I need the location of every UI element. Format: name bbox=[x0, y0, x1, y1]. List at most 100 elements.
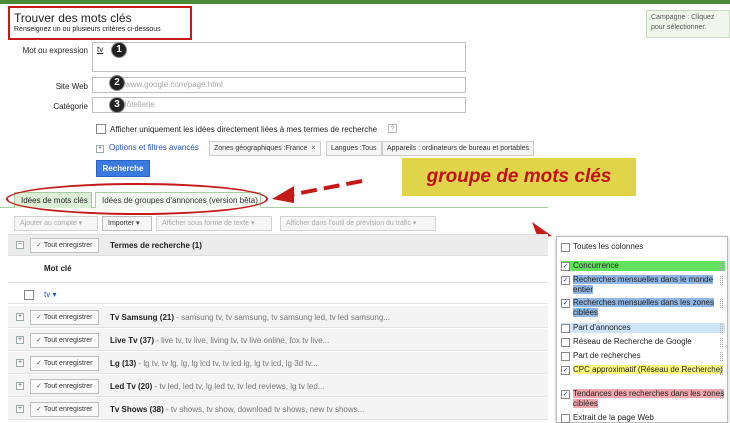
column-option-label: Réseau de Recherche de Google bbox=[573, 337, 692, 346]
campaign-selector[interactable]: Campagne : Cliquez pour sélectionner. bbox=[646, 10, 730, 38]
tv-term-row bbox=[8, 284, 548, 304]
traffic-estimator-label: Afficher dans l'outil de prévision du tr… bbox=[286, 220, 411, 227]
tv-term-label: tv bbox=[44, 290, 51, 299]
traffic-estimator-button[interactable]: Afficher dans l'outil de prévision du tr… bbox=[280, 216, 436, 231]
expand-plus-icon[interactable]: + bbox=[16, 336, 24, 344]
column-checkbox[interactable]: ✓ bbox=[561, 262, 570, 271]
row-text: Tv Shows (38) - tv shows, tv show, downl… bbox=[110, 405, 364, 414]
add-to-account-label: Ajouter au compte bbox=[20, 220, 77, 227]
row-text: Live Tv (37) - live tv, tv live, living … bbox=[110, 336, 329, 345]
add-all-button[interactable]: ✓ Tout enregistrer bbox=[30, 333, 99, 348]
add-all-button[interactable]: ✓ Tout enregistrer bbox=[30, 402, 99, 417]
annotation-box: groupe de mots clés bbox=[402, 158, 636, 196]
website-label: Site Web bbox=[55, 82, 88, 91]
column-option-label: Recherches mensuelles dans les zones cib… bbox=[573, 298, 714, 317]
expand-plus-icon[interactable]: + bbox=[96, 145, 104, 153]
column-option-competition[interactable]: ✓ Concurrence bbox=[561, 261, 725, 271]
marker-2: 2 bbox=[110, 76, 124, 90]
page-title-box: Trouver des mots clés Renseignez un ou p… bbox=[8, 6, 192, 40]
category-input[interactable]: Hôtellerie bbox=[92, 97, 466, 113]
only-related-label: Afficher uniquement les idées directemen… bbox=[110, 125, 378, 134]
add-all-button[interactable]: ✓ Tout enregistrer bbox=[30, 379, 99, 394]
expand-plus-icon[interactable]: + bbox=[16, 405, 24, 413]
add-all-button[interactable]: ✓ Tout enregistrer bbox=[30, 356, 99, 371]
drag-handle-icon[interactable] bbox=[720, 390, 723, 399]
column-checkbox[interactable] bbox=[561, 338, 570, 347]
import-button[interactable]: Importer ▾ bbox=[102, 216, 152, 231]
collapse-minus-icon[interactable]: − bbox=[16, 241, 24, 249]
filter-location-pill[interactable]: Zones géographiques :France × bbox=[209, 141, 321, 156]
drag-handle-icon[interactable] bbox=[720, 299, 723, 308]
column-header-row bbox=[8, 257, 548, 283]
expand-plus-icon[interactable]: + bbox=[16, 382, 24, 390]
check-icon: ✓ bbox=[36, 314, 42, 321]
keyword-label: Mot ou expression bbox=[22, 46, 88, 55]
column-checkbox[interactable] bbox=[561, 324, 570, 333]
show-as-text-button[interactable]: Afficher sous forme de texte ▾ bbox=[156, 216, 272, 231]
column-option-global-monthly[interactable]: ✓ Recherches mensuelles dans le monde ent… bbox=[561, 275, 725, 295]
group-name[interactable]: Tv Shows (38) bbox=[110, 405, 164, 414]
close-icon[interactable]: × bbox=[311, 145, 315, 152]
website-input[interactable]: www.google.com/page.html bbox=[92, 77, 466, 93]
drag-handle-icon[interactable] bbox=[720, 262, 723, 271]
group-keywords: - lg tv, tv lg, lg, lg lcd tv, tv lcd lg… bbox=[136, 359, 318, 368]
help-icon[interactable]: ? bbox=[388, 124, 397, 133]
tv-row-checkbox[interactable] bbox=[24, 290, 34, 300]
column-option-local-trends[interactable]: ✓ Tendances des recherches dans les zones… bbox=[561, 389, 725, 409]
add-all-button[interactable]: ✓ Tout enregistrer bbox=[30, 310, 99, 325]
category-placeholder: Hôtellerie bbox=[121, 100, 155, 109]
column-checkbox[interactable] bbox=[561, 243, 570, 252]
check-icon: ✓ bbox=[36, 360, 42, 367]
only-related-checkbox[interactable] bbox=[96, 124, 106, 134]
show-as-text-label: Afficher sous forme de texte bbox=[162, 220, 250, 227]
search-terms-header: Termes de recherche (1) bbox=[110, 241, 202, 250]
add-to-account-button[interactable]: Ajouter au compte ▾ bbox=[14, 216, 98, 231]
column-option-all[interactable]: Toutes les colonnes bbox=[561, 242, 725, 252]
group-name[interactable]: Lg (13) bbox=[110, 359, 136, 368]
column-option-label: Concurrence bbox=[561, 261, 725, 271]
column-option-label: Recherches mensuelles dans le monde enti… bbox=[573, 275, 714, 294]
keyword-input[interactable]: tv bbox=[92, 42, 466, 72]
group-keywords: - tv shows, tv show, download tv shows, … bbox=[163, 405, 365, 414]
column-checkbox[interactable] bbox=[561, 414, 570, 423]
group-name[interactable]: Tv Samsung (21) bbox=[110, 313, 174, 322]
drag-handle-icon[interactable] bbox=[720, 338, 723, 347]
column-option-search-share[interactable]: Part de recherches bbox=[561, 351, 725, 361]
filter-location-label: Zones géographiques :France bbox=[214, 145, 308, 152]
add-all-label: Tout enregistrer bbox=[43, 406, 93, 413]
column-checkbox[interactable]: ✓ bbox=[561, 276, 570, 285]
add-all-button[interactable]: ✓ Tout enregistrer bbox=[30, 238, 99, 253]
column-option-approx-cpc[interactable]: ✓ CPC approximatif (Réseau de Recherche) bbox=[561, 365, 725, 375]
column-option-web-extract[interactable]: Extrait de la page Web bbox=[561, 413, 725, 423]
dashed-arrow-icon bbox=[272, 179, 363, 203]
marker-3: 3 bbox=[110, 98, 124, 112]
search-button[interactable]: Recherche bbox=[96, 160, 150, 177]
column-checkbox[interactable]: ✓ bbox=[561, 299, 570, 308]
tv-term-link[interactable]: tv ▾ bbox=[44, 290, 56, 299]
column-checkbox[interactable]: ✓ bbox=[561, 366, 570, 375]
column-checkbox[interactable] bbox=[561, 352, 570, 361]
drag-handle-icon[interactable] bbox=[720, 276, 723, 285]
add-all-label: Tout enregistrer bbox=[43, 383, 93, 390]
advanced-options-link[interactable]: Options et filtres avancés bbox=[109, 143, 199, 152]
expand-plus-icon[interactable]: + bbox=[16, 359, 24, 367]
filter-language-pill[interactable]: Langues :Tous bbox=[326, 141, 382, 156]
drag-handle-icon[interactable] bbox=[720, 324, 723, 333]
add-all-label: Tout enregistrer bbox=[43, 314, 93, 321]
row-text: Lg (13) - lg tv, tv lg, lg, lg lcd tv, t… bbox=[110, 359, 318, 368]
group-name[interactable]: Led Tv (20) bbox=[110, 382, 152, 391]
column-option-google-search[interactable]: Réseau de Recherche de Google bbox=[561, 337, 725, 347]
expand-plus-icon[interactable]: + bbox=[16, 313, 24, 321]
column-option-label: Extrait de la page Web bbox=[573, 413, 654, 422]
column-option-local-monthly[interactable]: ✓ Recherches mensuelles dans les zones ci… bbox=[561, 298, 725, 318]
marker-1: 1 bbox=[112, 43, 126, 57]
column-option-ad-share[interactable]: Part d'annonces bbox=[561, 323, 725, 333]
columns-panel: Toutes les colonnes ✓ Concurrence ✓ Recher… bbox=[556, 236, 728, 423]
column-option-label: CPC approximatif (Réseau de Recherche) bbox=[573, 365, 723, 374]
column-checkbox[interactable]: ✓ bbox=[561, 390, 570, 399]
keyword-column-header[interactable]: Mot clé bbox=[44, 264, 72, 273]
filter-device-pill[interactable]: Appareils : ordinateurs de bureau et por… bbox=[382, 141, 535, 156]
drag-handle-icon[interactable] bbox=[720, 352, 723, 361]
group-name[interactable]: Live Tv (37) bbox=[110, 336, 154, 345]
drag-handle-icon[interactable] bbox=[720, 366, 723, 375]
